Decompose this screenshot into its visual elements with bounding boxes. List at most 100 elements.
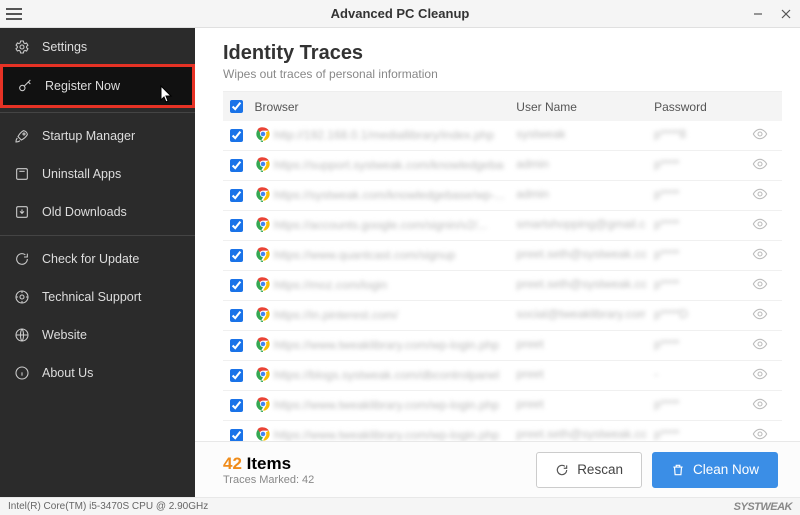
- reveal-button[interactable]: [752, 431, 768, 441]
- password: p****: [654, 397, 679, 411]
- site-url: https://www.tweaklibrary.com/wp-login.ph…: [274, 338, 499, 352]
- page-title: Identity Traces: [223, 42, 772, 65]
- sidebar-item-label: Register Now: [45, 79, 120, 93]
- item-count: 42 Items: [223, 454, 536, 474]
- sidebar-item-update[interactable]: Check for Update: [0, 240, 195, 278]
- gear-icon: [14, 39, 30, 55]
- reveal-button[interactable]: [752, 311, 768, 325]
- sidebar-separator: [0, 112, 195, 113]
- table-row[interactable]: https://blogs.systweak.com/dbcontrolpane…: [223, 361, 782, 391]
- table-row[interactable]: https://systweak.com/knowledgebase/wp-..…: [223, 181, 782, 211]
- site-url: https://in.pinterest.com/: [274, 308, 398, 322]
- menu-button[interactable]: [0, 0, 28, 28]
- chrome-icon: [255, 396, 271, 412]
- reveal-button[interactable]: [752, 251, 768, 265]
- row-checkbox[interactable]: [230, 399, 243, 412]
- chrome-icon: [255, 426, 271, 441]
- sidebar-item-label: About Us: [42, 366, 93, 380]
- reveal-button[interactable]: [752, 371, 768, 385]
- clean-now-button[interactable]: Clean Now: [652, 452, 778, 488]
- refresh-icon: [555, 463, 569, 477]
- sidebar-item-uninstall[interactable]: Uninstall Apps: [0, 155, 195, 193]
- row-checkbox[interactable]: [230, 189, 243, 202]
- password: p****D: [654, 307, 688, 321]
- chrome-icon: [255, 246, 271, 262]
- site-url: https://www.quantcast.com/signup: [274, 248, 455, 262]
- globe-icon: [14, 327, 30, 343]
- username: social@tweaklibrary.com: [516, 307, 646, 321]
- rescan-button[interactable]: Rescan: [536, 452, 642, 488]
- password: p****: [654, 337, 679, 351]
- row-checkbox[interactable]: [230, 309, 243, 322]
- table-row[interactable]: https://accounts.google.com/signin/v2/..…: [223, 211, 782, 241]
- traces-table: Browser User Name Password http://192.16…: [195, 91, 800, 441]
- sidebar-item-downloads[interactable]: Old Downloads: [0, 193, 195, 231]
- table-header: Browser User Name Password: [223, 91, 782, 121]
- chrome-icon: [255, 306, 271, 322]
- chrome-icon: [255, 126, 271, 142]
- select-all-checkbox[interactable]: [230, 100, 243, 113]
- support-icon: [14, 289, 30, 305]
- reveal-button[interactable]: [752, 341, 768, 355]
- table-row[interactable]: https://www.tweaklibrary.com/wp-login.ph…: [223, 421, 782, 441]
- reveal-button[interactable]: [752, 131, 768, 145]
- traces-marked: Traces Marked: 42: [223, 474, 536, 486]
- sidebar-separator: [0, 235, 195, 236]
- row-checkbox[interactable]: [230, 249, 243, 262]
- row-checkbox[interactable]: [230, 219, 243, 232]
- row-checkbox[interactable]: [230, 159, 243, 172]
- page-subtitle: Wipes out traces of personal information: [223, 67, 772, 81]
- sidebar-item-register[interactable]: Register Now: [0, 64, 195, 108]
- table-row[interactable]: https://support.systweak.com/knowledgeba…: [223, 151, 782, 181]
- sidebar-item-startup[interactable]: Startup Manager: [0, 117, 195, 155]
- table-row[interactable]: http://192.168.0.1/mediallibrary/index.p…: [223, 121, 782, 151]
- chrome-icon: [255, 186, 271, 202]
- reveal-button[interactable]: [752, 281, 768, 295]
- password: -: [654, 367, 658, 381]
- password: p****: [654, 157, 679, 171]
- sidebar-item-label: Old Downloads: [42, 205, 127, 219]
- table-row[interactable]: https://in.pinterest.com/social@tweaklib…: [223, 301, 782, 331]
- reveal-button[interactable]: [752, 161, 768, 175]
- trash-icon: [671, 463, 685, 477]
- reveal-button[interactable]: [752, 221, 768, 235]
- main-header: Identity Traces Wipes out traces of pers…: [195, 28, 800, 91]
- password: p****8: [654, 127, 686, 141]
- password: p****: [654, 427, 679, 441]
- row-checkbox[interactable]: [230, 369, 243, 382]
- status-bar: Intel(R) Core(TM) i5-3470S CPU @ 2.90GHz…: [0, 497, 800, 515]
- app-icon: [14, 166, 30, 182]
- row-checkbox[interactable]: [230, 279, 243, 292]
- cpu-info: Intel(R) Core(TM) i5-3470S CPU @ 2.90GHz: [8, 501, 208, 512]
- reveal-button[interactable]: [752, 191, 768, 205]
- chrome-icon: [255, 156, 271, 172]
- row-checkbox[interactable]: [230, 129, 243, 142]
- table-row[interactable]: https://moz.com/loginpreet.seth@systweak…: [223, 271, 782, 301]
- sidebar-item-about[interactable]: About Us: [0, 354, 195, 392]
- table-row[interactable]: https://www.quantcast.com/signuppreet.se…: [223, 241, 782, 271]
- sidebar-item-label: Website: [42, 328, 87, 342]
- reveal-button[interactable]: [752, 401, 768, 415]
- table-row[interactable]: https://www.tweaklibrary.com/wp-login.ph…: [223, 391, 782, 421]
- minimize-button[interactable]: [744, 0, 772, 28]
- username: admin: [516, 157, 549, 171]
- site-url: http://192.168.0.1/mediallibrary/index.p…: [274, 128, 494, 142]
- row-checkbox[interactable]: [230, 339, 243, 352]
- site-url: https://support.systweak.com/knowledgeba…: [274, 158, 504, 172]
- key-icon: [17, 78, 33, 94]
- col-user: User Name: [516, 100, 654, 114]
- site-url: https://www.tweaklibrary.com/wp-login.ph…: [274, 398, 499, 412]
- sidebar-item-settings[interactable]: Settings: [0, 28, 195, 66]
- password: p****: [654, 187, 679, 201]
- sidebar-item-support[interactable]: Technical Support: [0, 278, 195, 316]
- row-checkbox[interactable]: [230, 429, 243, 441]
- close-button[interactable]: [772, 0, 800, 28]
- site-url: https://systweak.com/knowledgebase/wp-..…: [274, 188, 504, 202]
- chrome-icon: [255, 276, 271, 292]
- sidebar-item-website[interactable]: Website: [0, 316, 195, 354]
- sidebar-item-label: Settings: [42, 40, 87, 54]
- cursor-icon: [160, 85, 174, 106]
- table-row[interactable]: https://www.tweaklibrary.com/wp-login.ph…: [223, 331, 782, 361]
- title-bar: Advanced PC Cleanup: [0, 0, 800, 28]
- chrome-icon: [255, 336, 271, 352]
